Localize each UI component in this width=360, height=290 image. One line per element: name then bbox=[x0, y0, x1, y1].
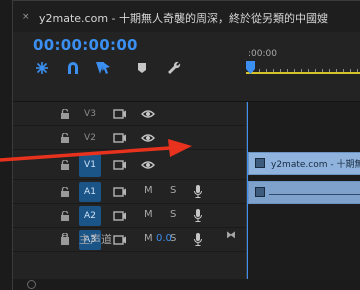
lock-icon[interactable] bbox=[61, 133, 69, 143]
zoom-handle[interactable] bbox=[27, 280, 36, 289]
track-row-a3: A3 M S bbox=[13, 228, 246, 252]
mute-button[interactable]: M bbox=[144, 209, 153, 220]
mute-button[interactable]: M bbox=[144, 185, 153, 196]
solo-button[interactable]: S bbox=[170, 185, 176, 196]
track-label-a2[interactable]: A2 bbox=[79, 206, 101, 226]
track-row-v2: V2 bbox=[13, 126, 246, 150]
marker-select-icon[interactable] bbox=[94, 60, 112, 76]
mute-button[interactable]: M bbox=[144, 233, 153, 244]
track-row-a2: A2 M S bbox=[13, 204, 246, 228]
track-label-a1[interactable]: A1 bbox=[79, 182, 101, 202]
track-label-v3[interactable]: V3 bbox=[79, 104, 101, 124]
track-row-v3: V3 bbox=[13, 102, 246, 126]
track-headers: V3 V2 V1 A1 M S A2 M S A3 M S 主声道 0.0 ⧓ bbox=[13, 102, 246, 290]
magnet-link-icon[interactable] bbox=[64, 60, 82, 76]
playhead-handle[interactable] bbox=[246, 61, 256, 75]
snap-icon[interactable] bbox=[33, 60, 51, 76]
playhead-timecode[interactable]: 00:00:00:00 bbox=[33, 36, 138, 54]
sequence-tab-title[interactable]: y2mate.com - 十期無人奇襲的周深，終於從另類的中國嫂 bbox=[39, 10, 328, 26]
sequence-tab-bar: × y2mate.com - 十期無人奇襲的周深，終於從另類的中國嫂 bbox=[13, 0, 360, 32]
time-ruler[interactable]: :00:00 bbox=[246, 32, 360, 102]
sync-lock-icon[interactable] bbox=[113, 235, 127, 245]
lock-icon[interactable] bbox=[61, 187, 69, 197]
lock-icon[interactable] bbox=[61, 211, 69, 221]
sequence-area[interactable]: y2mate.com - 十期無 bbox=[246, 102, 360, 290]
track-label-v1[interactable]: V1 bbox=[79, 153, 101, 177]
sync-lock-icon[interactable] bbox=[113, 160, 127, 170]
microphone-icon[interactable] bbox=[194, 185, 202, 198]
work-area-bar[interactable] bbox=[246, 72, 360, 74]
video-clip[interactable]: y2mate.com - 十期無 bbox=[248, 152, 360, 175]
audio-waveform bbox=[269, 194, 360, 195]
sync-lock-icon[interactable] bbox=[113, 133, 127, 143]
eye-icon[interactable] bbox=[141, 109, 155, 119]
master-track-label: 主声道 bbox=[79, 233, 112, 246]
timeline-header: 00:00:00:00 bbox=[13, 32, 246, 102]
track-label-v2[interactable]: V2 bbox=[79, 128, 101, 148]
fx-badge-icon bbox=[255, 158, 265, 168]
go-to-end-icon[interactable]: ⧓ bbox=[226, 230, 236, 241]
wrench-icon[interactable] bbox=[165, 60, 183, 76]
video-clip-title: y2mate.com - 十期無 bbox=[271, 160, 360, 170]
master-lock-icon[interactable] bbox=[61, 233, 69, 243]
zoom-scrollbar[interactable] bbox=[13, 279, 360, 290]
add-marker-icon[interactable] bbox=[133, 60, 151, 76]
playhead-line[interactable] bbox=[247, 102, 248, 290]
audio-clip[interactable] bbox=[248, 181, 360, 204]
solo-button[interactable]: S bbox=[170, 209, 176, 220]
sync-lock-icon[interactable] bbox=[113, 187, 127, 197]
eye-icon[interactable] bbox=[141, 160, 155, 170]
close-tab-button[interactable]: × bbox=[22, 13, 30, 22]
eye-icon[interactable] bbox=[141, 133, 155, 143]
lock-icon[interactable] bbox=[61, 109, 69, 119]
timeline-panel: × y2mate.com - 十期無人奇襲的周深，終於從另類的中國嫂 00:00… bbox=[12, 0, 360, 290]
fx-badge-icon bbox=[255, 187, 265, 197]
microphone-icon[interactable] bbox=[194, 233, 202, 246]
ruler-start-time: :00:00 bbox=[248, 49, 277, 59]
track-row-a1: A1 M S bbox=[13, 180, 246, 204]
track-row-v1: V1 bbox=[13, 150, 246, 180]
master-volume-value[interactable]: 0.0 bbox=[156, 233, 172, 244]
sync-lock-icon[interactable] bbox=[113, 211, 127, 221]
lock-icon[interactable] bbox=[61, 160, 69, 170]
microphone-icon[interactable] bbox=[194, 209, 202, 222]
sync-lock-icon[interactable] bbox=[113, 109, 127, 119]
left-panel-edge bbox=[0, 0, 12, 290]
